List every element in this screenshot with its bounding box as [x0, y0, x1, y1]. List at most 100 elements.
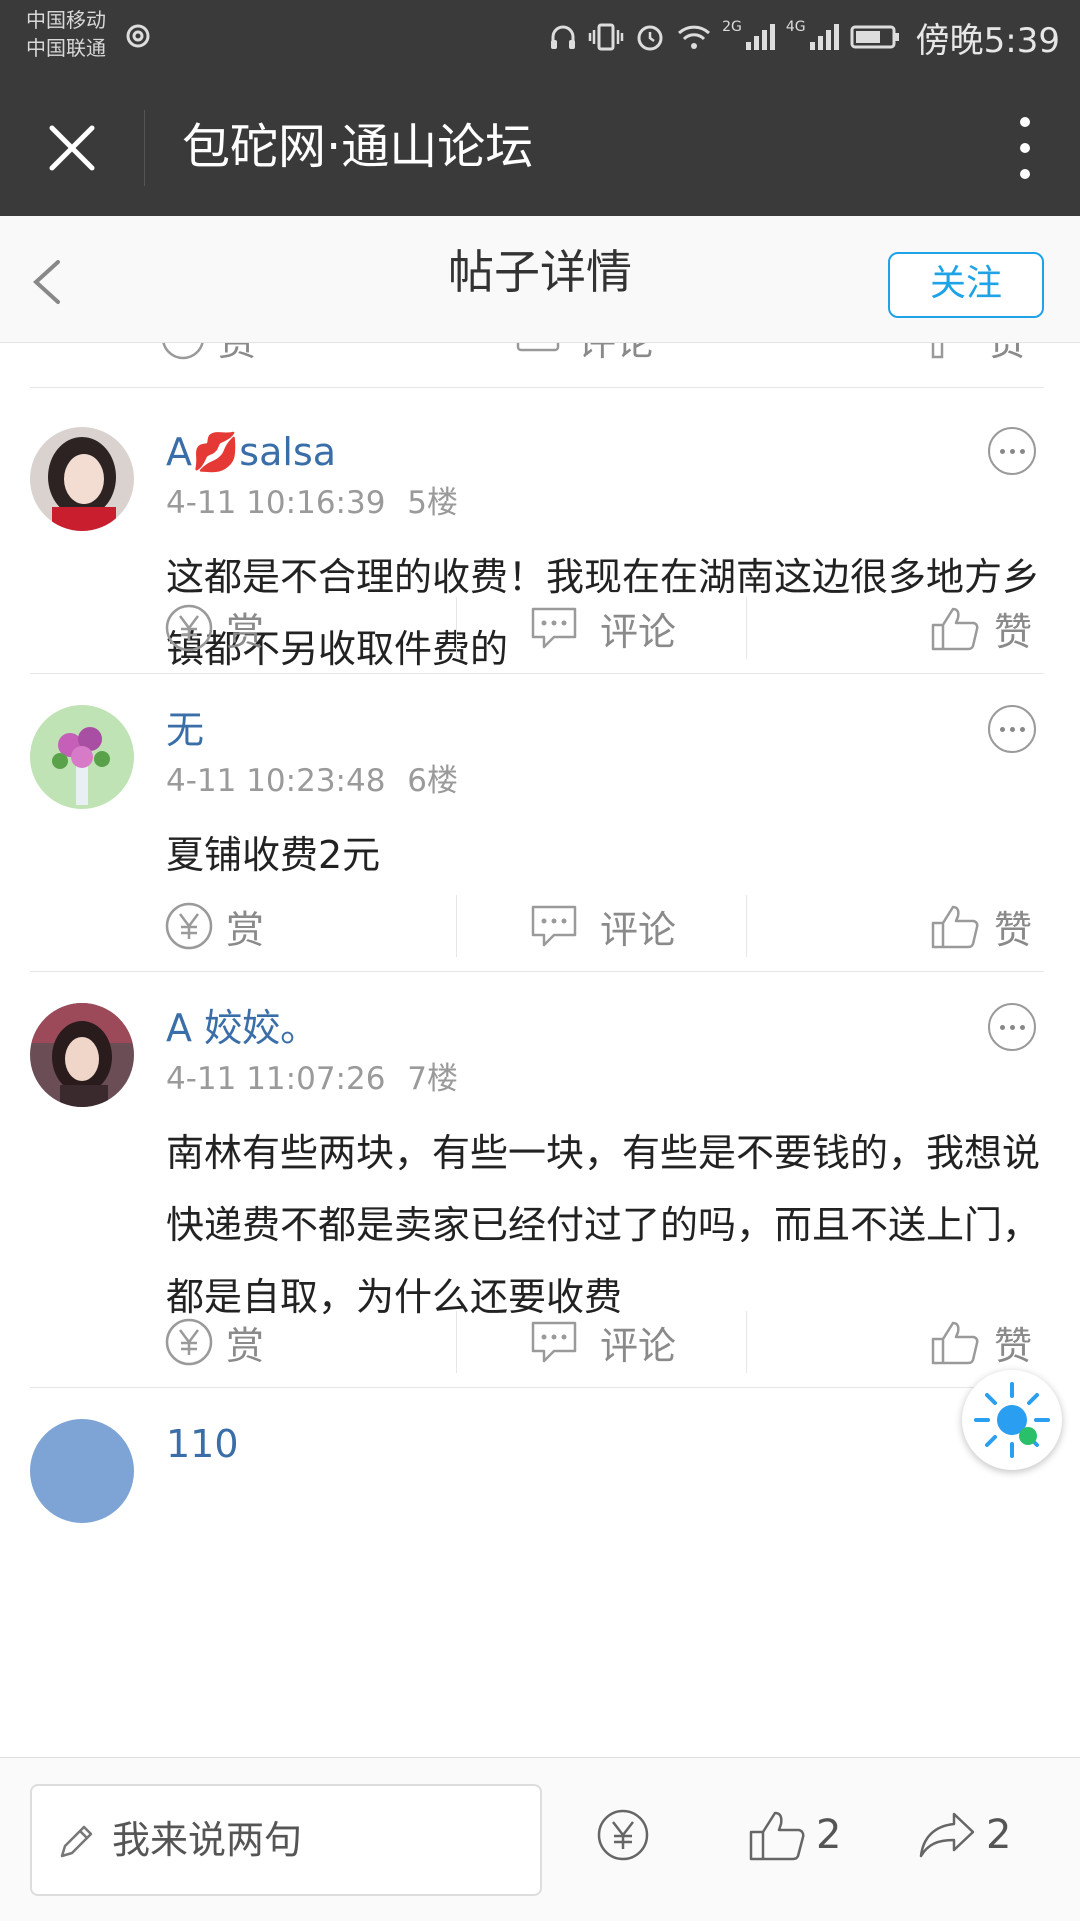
like-action[interactable]: 赞 [930, 343, 1026, 373]
comment-action[interactable]: 评论 [530, 593, 676, 663]
username[interactable]: A 姣姣。 [166, 1003, 318, 1053]
divider [30, 387, 1044, 388]
title-divider [144, 110, 145, 186]
action-row-partial: 赏 评论 赞 [160, 343, 1044, 367]
action-row: 赏 评论 赞 [160, 593, 1044, 663]
timestamp: 4-11 10:23:48 [166, 763, 386, 799]
share-icon [919, 1812, 975, 1858]
network-type-1: 2G [722, 19, 742, 35]
action-row: 赏 评论 赞 [160, 1307, 1044, 1377]
carrier-info: 中国移动 中国联通 [26, 6, 106, 62]
username[interactable]: 无 [166, 705, 204, 755]
title-bar: 包砣网·通山论坛 [0, 78, 1080, 216]
comment-item: 110 [0, 1419, 1080, 1523]
reward-label: 赏 [218, 343, 256, 366]
comment-label: 评论 [600, 609, 677, 654]
thumbs-up-icon [931, 1321, 979, 1365]
avatar[interactable] [30, 1419, 134, 1523]
status-icons: 2G 4G 傍晚5:39 [548, 12, 1060, 62]
bottom-bar: 我来说两句 2 2 [0, 1757, 1080, 1921]
comment-feed[interactable]: 赏 评论 赞 A💋salsa 4-1 [0, 343, 1080, 1757]
comment-content: 南林有些两块，有些一块，有些是不要钱的，我想说快递费不都是卖家已经付过了的吗，而… [166, 1131, 1041, 1319]
like-label: 赞 [988, 343, 1026, 366]
more-vertical-icon[interactable] [1000, 108, 1050, 188]
action-divider [746, 1311, 747, 1373]
divider [30, 1387, 1044, 1388]
yen-icon [165, 1318, 213, 1366]
comment-action[interactable]: 评论 [530, 1307, 676, 1377]
post-meta: 4-11 10:23:48 6楼 [166, 761, 458, 801]
avatar[interactable] [30, 427, 134, 531]
username[interactable]: A💋salsa [166, 427, 336, 477]
timestamp: 4-11 11:07:26 [166, 1061, 386, 1097]
window-title: 包砣网·通山论坛 [182, 119, 534, 175]
reward-label: 赏 [226, 1323, 265, 1368]
status-bar: 中国移动 中国联通 2G 4G 傍晚5:39 [0, 0, 1080, 78]
floor-number: 6楼 [407, 763, 459, 799]
thumbs-up-icon [931, 343, 944, 359]
reward-action[interactable]: 赏 [164, 593, 264, 663]
comment-action[interactable]: 评论 [530, 891, 676, 961]
yen-icon [597, 1809, 649, 1861]
avatar[interactable] [30, 705, 134, 809]
action-row: 赏 评论 赞 [160, 891, 1044, 961]
floor-number: 5楼 [407, 485, 459, 521]
more-options-icon[interactable] [988, 427, 1036, 475]
username[interactable]: 110 [166, 1419, 239, 1469]
action-divider [456, 1311, 457, 1373]
floor-number: 7楼 [407, 1061, 459, 1097]
reward-action[interactable]: 赏 [164, 891, 264, 961]
yen-icon [165, 902, 213, 950]
signal-icon [745, 24, 775, 50]
action-divider [456, 597, 457, 659]
thumbs-up-icon [931, 905, 979, 949]
avatar[interactable] [30, 1003, 134, 1107]
like-label: 赞 [994, 1323, 1033, 1368]
timestamp: 4-11 10:16:39 [166, 485, 386, 521]
post-meta: 4-11 11:07:26 7楼 [166, 1059, 458, 1099]
wifi-icon [678, 25, 711, 49]
like-button[interactable]: 2 [748, 1800, 841, 1870]
divider [30, 971, 1044, 972]
comment-label: 评论 [600, 1323, 677, 1368]
mini-program-icon [974, 1382, 1050, 1458]
vibrate-icon [588, 23, 624, 51]
alarm-icon [637, 25, 663, 51]
comment-action[interactable]: 评论 [516, 343, 654, 373]
comment-icon [516, 343, 560, 352]
comment-icon [531, 607, 577, 649]
share-button[interactable]: 2 [918, 1800, 1011, 1870]
reward-label: 赏 [226, 907, 265, 952]
comment-label: 评论 [600, 907, 677, 952]
like-action[interactable]: 赞 [930, 1307, 1032, 1377]
yen-icon [165, 604, 213, 652]
comment-input[interactable]: 我来说两句 [30, 1784, 542, 1896]
comment-input-placeholder: 我来说两句 [112, 1818, 303, 1862]
page-header: 帖子详情 关注 [0, 216, 1080, 343]
more-options-icon[interactable] [988, 705, 1036, 753]
reward-label: 赏 [226, 609, 265, 654]
like-action[interactable]: 赞 [930, 593, 1032, 663]
status-time: 傍晚5:39 [915, 20, 1060, 61]
reward-button[interactable] [596, 1800, 650, 1870]
comment-label: 评论 [578, 343, 654, 366]
network-type-2: 4G [785, 19, 806, 35]
battery-icon [850, 25, 899, 49]
more-options-icon[interactable] [988, 1003, 1036, 1051]
thumbs-up-icon [749, 1811, 805, 1861]
close-icon[interactable] [40, 116, 104, 180]
pencil-icon [60, 1825, 93, 1858]
carrier-1: 中国移动 [26, 8, 106, 32]
like-count: 2 [816, 1812, 842, 1858]
action-divider [746, 895, 747, 957]
share-count: 2 [986, 1812, 1012, 1858]
reward-action[interactable]: 赏 [164, 1307, 264, 1377]
like-label: 赞 [994, 609, 1033, 654]
sync-icon [126, 24, 150, 48]
reward-action[interactable]: 赏 [160, 343, 256, 373]
carrier-2: 中国联通 [26, 36, 106, 60]
follow-button[interactable]: 关注 [888, 252, 1044, 318]
comment-icon [531, 1321, 577, 1363]
floating-mini-program-button[interactable] [962, 1370, 1062, 1470]
like-action[interactable]: 赞 [930, 891, 1032, 961]
